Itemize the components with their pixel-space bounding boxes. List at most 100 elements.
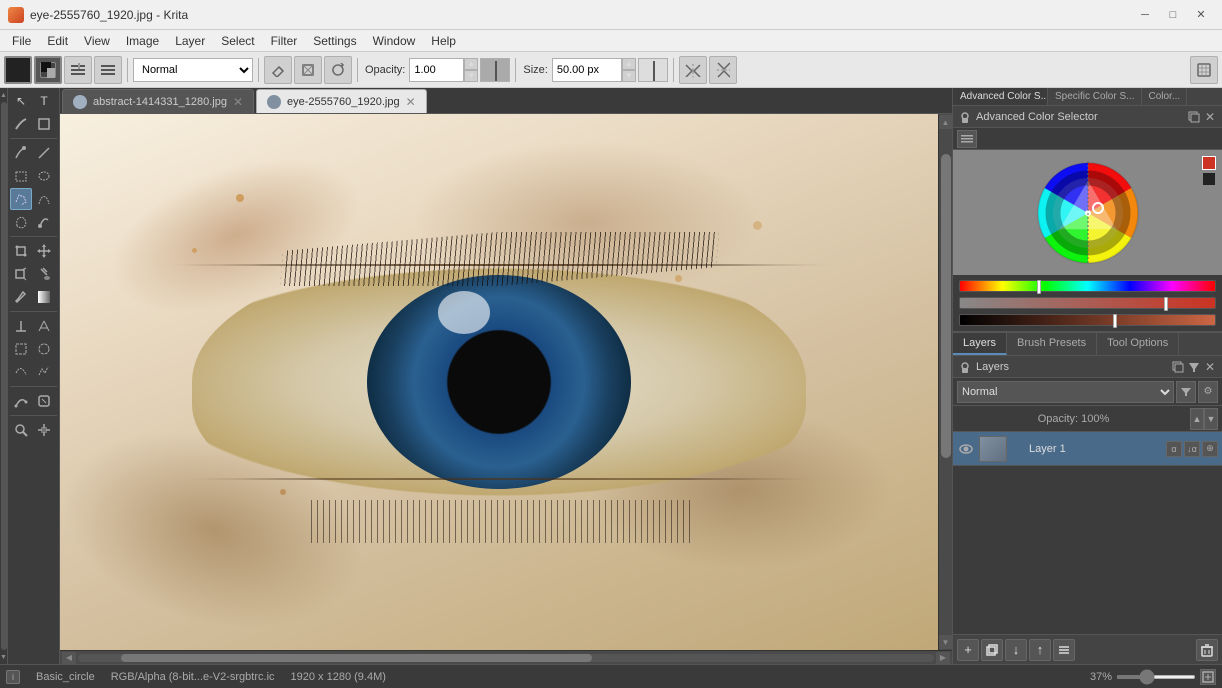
circular-select[interactable]: [33, 338, 55, 360]
size-spinner[interactable]: ▲ ▼: [552, 58, 636, 82]
freehand-select-tool[interactable]: [10, 211, 32, 233]
fill-tool[interactable]: [33, 263, 55, 285]
canvas-content[interactable]: [60, 114, 938, 650]
vscroll-thumb[interactable]: [941, 154, 951, 458]
line-tool[interactable]: [33, 142, 55, 164]
vertical-scrollbar[interactable]: ▲ ▼: [938, 114, 952, 650]
transform-tool[interactable]: [10, 240, 32, 262]
rect-select-2[interactable]: [10, 338, 32, 360]
opacity-input[interactable]: [409, 58, 464, 82]
sat-slider-track[interactable]: [959, 297, 1216, 309]
layer-lock-icon[interactable]: [1011, 442, 1025, 456]
crop-resize-tool[interactable]: [10, 263, 32, 285]
menu-edit[interactable]: Edit: [39, 32, 76, 50]
opacity-up-btn[interactable]: ▲: [464, 58, 478, 70]
layers-float-btn[interactable]: [1170, 359, 1186, 375]
move-layer-up-btn[interactable]: ↑: [1029, 639, 1051, 661]
measure-tool[interactable]: [10, 315, 32, 337]
pan-tool[interactable]: [33, 419, 55, 441]
toolbox-scroll-down[interactable]: ▼: [0, 652, 8, 662]
zoom-tool[interactable]: [10, 419, 32, 441]
color-panel-close-btn[interactable]: ✕: [1202, 109, 1218, 125]
tab-color-extra[interactable]: Color...: [1142, 88, 1187, 105]
hscroll-thumb[interactable]: [121, 654, 592, 662]
vscroll-down-btn[interactable]: ▼: [939, 635, 953, 649]
eyedropper-tool[interactable]: [10, 286, 32, 308]
tab-layers[interactable]: Layers: [953, 333, 1007, 355]
perspective-grid-tool[interactable]: [33, 315, 55, 337]
tab-close-eye[interactable]: ✕: [406, 95, 416, 109]
tab-specific-color[interactable]: Specific Color S...: [1048, 88, 1142, 105]
brush-settings-btn[interactable]: [94, 56, 122, 84]
menu-file[interactable]: File: [4, 32, 39, 50]
hscroll-track[interactable]: [78, 654, 934, 662]
rect-select-tool[interactable]: [10, 165, 32, 187]
layers-close-btn[interactable]: ✕: [1202, 359, 1218, 375]
poly-select-tool[interactable]: [10, 188, 32, 210]
opacity-down-btn[interactable]: ▼: [464, 70, 478, 82]
layer-filter-btn[interactable]: [1176, 381, 1196, 403]
size-slider-container[interactable]: [638, 58, 668, 82]
preserve-alpha-btn[interactable]: [294, 56, 322, 84]
layers-filter-btn[interactable]: [1186, 359, 1202, 375]
minimize-button[interactable]: ─: [1132, 5, 1158, 25]
zoom-slider[interactable]: [1116, 675, 1196, 679]
color-panel-float-btn[interactable]: [1186, 109, 1202, 125]
similar-color-select[interactable]: [33, 361, 55, 383]
color-wheel-area[interactable]: [953, 150, 1222, 275]
val-slider-thumb[interactable]: [1113, 314, 1117, 328]
crop-tool[interactable]: [33, 113, 55, 135]
move-tool[interactable]: [33, 240, 55, 262]
bezier-select-tool[interactable]: [33, 188, 55, 210]
contiguous-select[interactable]: [10, 361, 32, 383]
tab-advanced-color[interactable]: Advanced Color S...: [953, 88, 1048, 105]
hscroll-right-btn[interactable]: ▶: [936, 652, 950, 664]
delete-layer-btn[interactable]: [1196, 639, 1218, 661]
layer-settings-btn[interactable]: ⚙: [1198, 381, 1218, 403]
tab-close-abstract[interactable]: ✕: [233, 95, 243, 109]
brush-preview2[interactable]: [34, 56, 62, 84]
color-panel-lock-icon[interactable]: [957, 109, 973, 125]
menu-help[interactable]: Help: [423, 32, 464, 50]
copy-layer-btn[interactable]: [981, 639, 1003, 661]
close-button[interactable]: ✕: [1188, 5, 1214, 25]
canvas-settings-btn[interactable]: [1190, 56, 1218, 84]
toolbox-scroll-thumb[interactable]: [1, 102, 7, 650]
layers-opacity-down-btn[interactable]: ▼: [1204, 408, 1218, 430]
sat-slider-thumb[interactable]: [1164, 297, 1168, 311]
clear-btn[interactable]: [324, 56, 352, 84]
horizontal-scrollbar[interactable]: ◀ ▶: [60, 650, 952, 664]
val-slider-track[interactable]: [959, 314, 1216, 326]
vscroll-track[interactable]: [940, 129, 952, 635]
tab-abstract[interactable]: abstract-1414331_1280.jpg ✕: [62, 89, 254, 113]
tab-tool-options[interactable]: Tool Options: [1097, 333, 1179, 355]
size-down-btn[interactable]: ▼: [622, 70, 636, 82]
size-up-btn[interactable]: ▲: [622, 58, 636, 70]
bg-color-preview[interactable]: [1202, 172, 1216, 186]
color-options-btn[interactable]: [957, 130, 977, 148]
layer-alpha-lock-btn[interactable]: α: [1166, 441, 1182, 457]
text-tool[interactable]: T: [33, 90, 55, 112]
layer-item-1[interactable]: Layer 1 α ↓α ⊕: [953, 432, 1222, 466]
add-layer-btn[interactable]: +: [957, 639, 979, 661]
opacity-slider-container[interactable]: [480, 58, 510, 82]
size-input[interactable]: [552, 58, 622, 82]
path-select-tool[interactable]: [10, 390, 32, 412]
toolbox-scroll-up[interactable]: ▲: [0, 90, 8, 100]
select-shapes-tool[interactable]: ↖: [10, 90, 32, 112]
mirror-h-btn[interactable]: [679, 56, 707, 84]
menu-settings[interactable]: Settings: [305, 32, 364, 50]
assistant-tool[interactable]: [33, 390, 55, 412]
layer-inherit-alpha-btn[interactable]: ↓α: [1184, 441, 1200, 457]
opacity-spinner[interactable]: ▲ ▼: [409, 58, 478, 82]
menu-layer[interactable]: Layer: [167, 32, 213, 50]
layer-passthrough-btn[interactable]: ⊕: [1202, 441, 1218, 457]
tab-eye[interactable]: eye-2555760_1920.jpg ✕: [256, 89, 427, 113]
menu-image[interactable]: Image: [118, 32, 167, 50]
menu-view[interactable]: View: [76, 32, 118, 50]
layer-visibility-btn[interactable]: [957, 440, 975, 458]
vscroll-up-btn[interactable]: ▲: [939, 115, 953, 129]
gradient-tool[interactable]: [33, 286, 55, 308]
hue-slider-thumb[interactable]: [1037, 280, 1041, 294]
eraser-btn[interactable]: [264, 56, 292, 84]
